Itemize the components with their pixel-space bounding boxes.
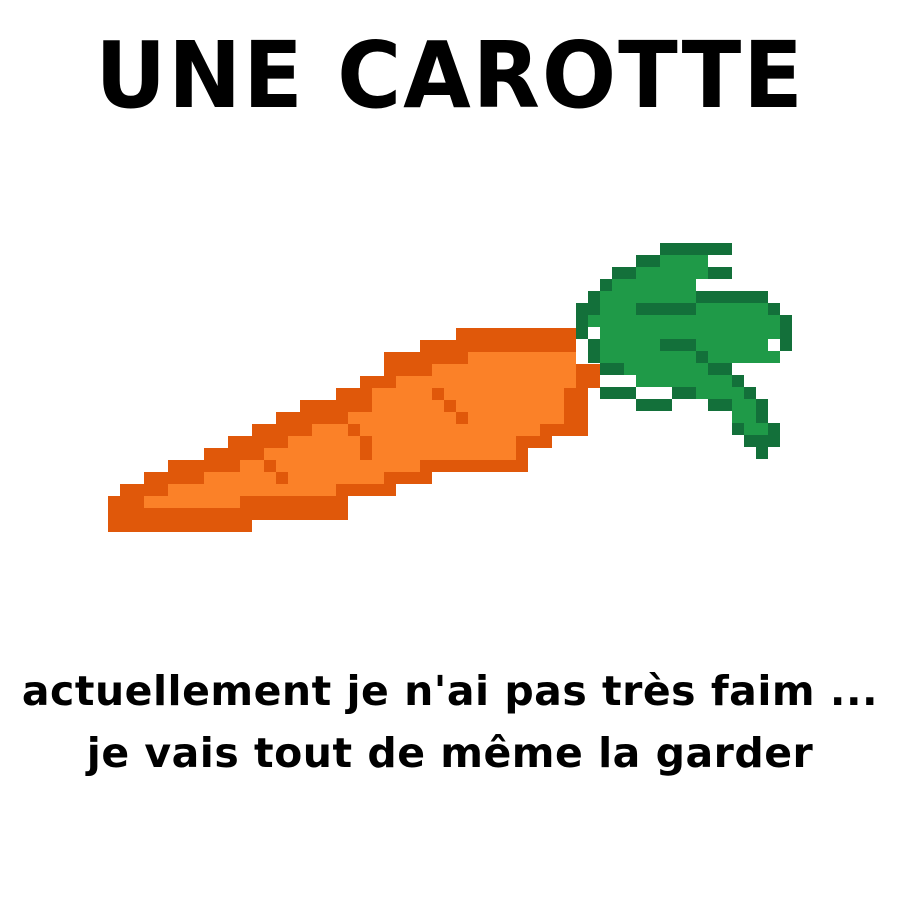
leaf-outline-pixel <box>708 363 732 375</box>
leaf-outline-pixel <box>780 315 792 351</box>
caption-line-1: actuellement je n'ai pas très faim ... <box>21 667 879 715</box>
leaf-fill-pixel <box>636 267 708 279</box>
carrot-ridge-pixel <box>456 412 468 424</box>
carrot-ridge-pixel <box>516 436 528 448</box>
leaf-outline-pixel <box>708 399 732 411</box>
leaf-outline-pixel <box>660 339 696 351</box>
leaf-fill-pixel <box>600 303 636 315</box>
carrot-ridge-pixel <box>360 436 372 448</box>
leaf-outline-pixel <box>636 399 672 411</box>
item-title: UNE CAROTTE <box>95 22 805 129</box>
carrot-ridge-pixel <box>360 448 372 460</box>
carrot-ridge-pixel <box>264 460 276 472</box>
carrot-ridge-pixel <box>444 400 456 412</box>
leaf-outline-pixel <box>768 423 780 447</box>
leaf-outline-pixel <box>588 291 600 315</box>
leaf-fill-pixel <box>732 399 756 411</box>
leaf-fill-pixel <box>696 387 744 399</box>
leaf-outline-pixel <box>636 255 660 267</box>
leaf-fill-pixel <box>600 339 660 351</box>
leaf-fill-pixel <box>612 279 696 291</box>
leaf-outline-pixel <box>600 363 624 375</box>
leaf-outline-pixel <box>612 267 636 279</box>
leaf-outline-pixel <box>588 339 600 363</box>
carrot-leaves <box>576 243 792 459</box>
leaf-outline-pixel <box>756 447 768 459</box>
leaf-outline-pixel <box>708 267 732 279</box>
leaf-fill-pixel <box>696 303 768 315</box>
caption-line-2: je vais tout de même la garder <box>86 729 814 777</box>
leaf-outline-pixel <box>696 291 768 303</box>
leaf-fill-pixel <box>624 363 708 375</box>
leaf-outline-pixel <box>672 387 696 399</box>
leaf-outline-pixel <box>756 399 768 423</box>
leaf-outline-pixel <box>744 435 768 447</box>
leaf-fill-pixel <box>636 375 732 387</box>
leaf-fill-pixel <box>600 327 780 339</box>
carrot-icon <box>108 243 792 532</box>
leaf-fill-pixel <box>600 351 696 363</box>
leaf-outline-pixel <box>744 387 756 399</box>
leaf-fill-pixel <box>744 423 768 435</box>
leaf-fill-pixel <box>660 255 708 267</box>
leaf-fill-pixel <box>732 411 756 423</box>
item-caption: actuellement je n'ai pas très faim ... j… <box>0 660 900 784</box>
carrot-ridge-pixel <box>276 472 288 484</box>
leaf-outline-pixel <box>732 375 744 387</box>
carrot-ridge-pixel <box>348 424 360 436</box>
carrot-ridge-pixel <box>432 388 444 400</box>
leaf-outline-pixel <box>732 423 744 435</box>
leaf-fill-pixel <box>600 291 696 303</box>
leaf-fill-pixel <box>708 351 780 363</box>
leaf-fill-pixel <box>696 339 768 351</box>
leaf-outline-pixel <box>600 387 636 399</box>
leaf-outline-pixel <box>768 303 780 315</box>
leaf-outline-pixel <box>660 243 732 255</box>
leaf-outline-pixel <box>576 303 588 339</box>
leaf-outline-pixel <box>636 303 696 315</box>
leaf-fill-pixel <box>588 315 780 327</box>
item-description-screen: UNE CAROTTE actuellement je n'ai pas trè… <box>0 0 900 900</box>
